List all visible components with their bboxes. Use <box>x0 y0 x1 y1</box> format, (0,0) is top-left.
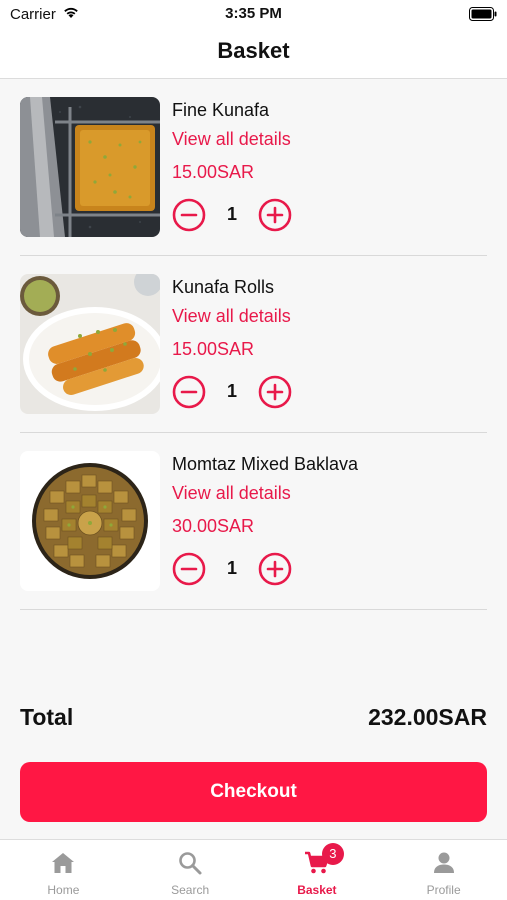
quantity-value: 1 <box>226 204 237 224</box>
checkout-button[interactable]: Checkout <box>20 762 487 822</box>
tab-basket-label: Basket <box>297 883 337 897</box>
item-price: 15.00SAR <box>172 339 255 359</box>
increase-quantity-button[interactable] <box>258 552 292 586</box>
decrease-quantity-button[interactable] <box>172 375 206 409</box>
total-value: 232.00SAR <box>368 704 487 730</box>
tab-profile[interactable]: Profile <box>380 840 507 900</box>
battery-icon <box>469 7 497 25</box>
tab-home[interactable]: Home <box>0 840 127 900</box>
view-details-link[interactable]: View all details <box>172 483 291 504</box>
decrease-quantity-button[interactable] <box>172 552 206 586</box>
tab-search[interactable]: Search <box>127 840 254 900</box>
tab-bar: Home Search 3 Basket Profile <box>0 839 507 900</box>
tab-basket[interactable]: 3 Basket <box>254 840 381 900</box>
quantity-value: 1 <box>226 558 237 578</box>
search-icon <box>179 852 202 875</box>
item-name: Fine Kunafa <box>172 100 270 120</box>
status-bar: Carrier 3:35 PM <box>0 0 507 28</box>
plus-circle-icon <box>258 198 292 232</box>
tab-profile-label: Profile <box>426 883 461 897</box>
increase-quantity-button[interactable] <box>258 198 292 232</box>
basket-item-list: Fine Kunafa View all details 15.00SAR 1 <box>20 79 487 610</box>
minus-circle-icon <box>172 552 206 586</box>
item-price: 15.00SAR <box>172 162 255 182</box>
item-name: Kunafa Rolls <box>172 277 275 297</box>
minus-circle-icon <box>172 198 206 232</box>
tab-home-label: Home <box>47 883 80 897</box>
basket-screen: Carrier 3:35 PM Basket Fine Kunafa View … <box>0 0 507 900</box>
view-details-link[interactable]: View all details <box>172 306 291 327</box>
total-label: Total <box>20 704 74 730</box>
plus-circle-icon <box>258 375 292 409</box>
item-image-momtaz-mixed-baklava[interactable] <box>20 451 160 591</box>
basket-item: Fine Kunafa View all details 15.00SAR 1 <box>20 79 487 256</box>
decrease-quantity-button[interactable] <box>172 198 206 232</box>
item-image-kunafa-rolls[interactable] <box>20 274 160 414</box>
total-row: Total 232.00SAR <box>20 704 487 736</box>
quantity-stepper: 1 <box>172 552 297 586</box>
basket-item: Momtaz Mixed Baklava View all details 30… <box>20 433 487 610</box>
minus-circle-icon <box>172 375 206 409</box>
quantity-stepper: 1 <box>172 198 297 232</box>
item-price: 30.00SAR <box>172 516 255 536</box>
increase-quantity-button[interactable] <box>258 375 292 409</box>
page-title: Basket <box>217 38 290 63</box>
item-name: Momtaz Mixed Baklava <box>172 454 359 474</box>
cart-count-badge: 3 <box>321 843 344 865</box>
home-icon <box>52 853 75 873</box>
item-image-fine-kunafa[interactable] <box>20 97 160 237</box>
quantity-stepper: 1 <box>172 375 297 409</box>
tab-search-label: Search <box>171 883 210 897</box>
plus-circle-icon <box>258 552 292 586</box>
basket-item: Kunafa Rolls View all details 15.00SAR 1 <box>20 256 487 433</box>
quantity-value: 1 <box>226 381 237 401</box>
profile-icon <box>433 852 454 873</box>
view-details-link[interactable]: View all details <box>172 129 291 150</box>
status-time: 3:35 PM <box>225 5 282 22</box>
nav-bar: Basket <box>0 28 507 79</box>
